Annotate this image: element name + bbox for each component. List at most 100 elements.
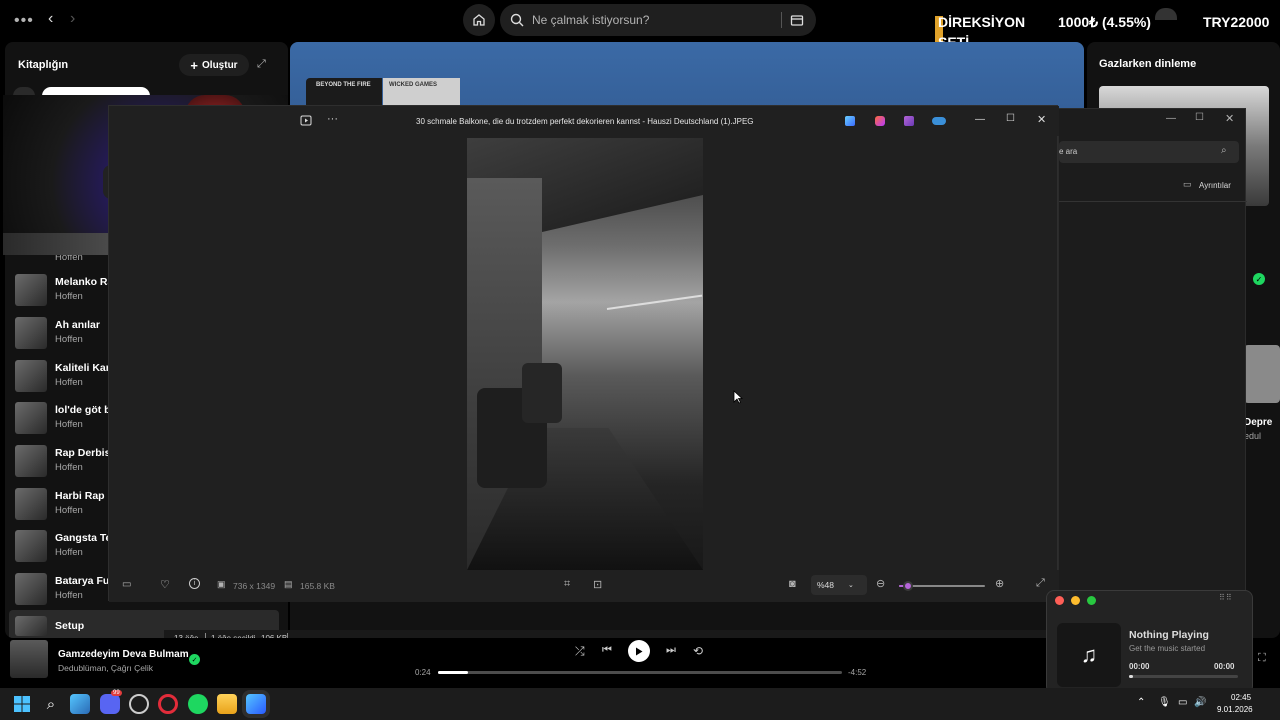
right-panel-card[interactable]	[1244, 345, 1280, 403]
photo-file-title: 30 schmale Balkone, die du trotzdem perf…	[416, 117, 754, 126]
spotify-top-bar: ••• ‹ › Ne çalmak istiyorsun? DİREKSİYON…	[0, 0, 1280, 50]
maximize-icon[interactable]: ☐	[1195, 112, 1204, 123]
discord-icon[interactable]: 99	[100, 690, 122, 714]
next-icon[interactable]: ⏭	[666, 644, 676, 657]
details-button[interactable]: Ayrıntılar	[1199, 181, 1231, 190]
now-playing-artists[interactable]: Dedublüman, Çağrı Çelik	[58, 663, 153, 673]
slideshow-icon[interactable]	[300, 115, 312, 126]
zoom-out-icon[interactable]: ⊖	[876, 577, 885, 590]
favorite-icon[interactable]: ♡	[160, 578, 170, 591]
playlist-cover	[15, 360, 47, 392]
onedrive-icon[interactable]	[932, 117, 946, 125]
close-icon[interactable]: ✕	[1037, 113, 1046, 126]
search-placeholder: Ne çalmak istiyorsun?	[532, 13, 650, 27]
search-bar[interactable]: Ne çalmak istiyorsun?	[500, 4, 816, 36]
photo-railing	[606, 294, 703, 310]
expand-library-icon[interactable]: ⤢	[257, 58, 266, 71]
list-item-artist: Hoffen	[55, 547, 83, 558]
more-options-icon[interactable]: ···	[327, 113, 338, 125]
close-icon[interactable]: ✕	[1225, 112, 1234, 125]
back-arrow-icon[interactable]: ‹	[48, 10, 53, 28]
widget-subtitle: Get the music started	[1129, 644, 1206, 653]
playlist-cover	[15, 317, 47, 349]
clock-time[interactable]: 02:45	[1231, 693, 1251, 702]
photos-icon[interactable]	[246, 694, 266, 714]
search-icon[interactable]: ⌕	[41, 694, 61, 714]
minimize-icon[interactable]: —	[975, 114, 985, 125]
plus-icon: +	[190, 57, 199, 73]
now-playing-title[interactable]: Gamzedeyim Deva Bulmam	[58, 649, 189, 660]
maximize-icon[interactable]: ☐	[1006, 113, 1015, 124]
search-icon: ⌕	[1221, 145, 1227, 156]
network-icon[interactable]: ▭	[1178, 697, 1187, 708]
list-item-name: Ah anılar	[55, 319, 100, 331]
playlist-cover	[15, 488, 47, 520]
shuffle-icon[interactable]: ⤮	[575, 644, 585, 659]
zoom-value: %48	[817, 580, 835, 590]
album-card-label: WICKED GAMES	[389, 82, 437, 88]
mouse-cursor	[733, 390, 743, 404]
home-button[interactable]	[463, 4, 495, 36]
create-button[interactable]: + Oluştur	[179, 54, 249, 76]
widget-progress-track[interactable]	[1129, 675, 1238, 678]
volume-icon[interactable]: 🔊	[1194, 697, 1206, 708]
microphone-icon[interactable]: 🎙	[1158, 697, 1171, 708]
discord-badge: 99	[111, 690, 122, 696]
ticker-middle: 1000₺ (4.55%)	[1058, 14, 1151, 30]
file-explorer-icon[interactable]	[217, 694, 237, 714]
now-playing-cover[interactable]	[10, 640, 48, 678]
browse-icon[interactable]	[790, 13, 804, 27]
app-icon[interactable]	[129, 694, 149, 714]
visual-search-icon[interactable]: ⌗	[564, 578, 570, 591]
windows-start-icon[interactable]	[12, 694, 32, 714]
zoom-in-icon[interactable]: ⊕	[995, 577, 1004, 590]
play-button[interactable]	[628, 640, 650, 662]
text-recognition-icon[interactable]: ⊡	[593, 578, 602, 591]
opera-icon[interactable]	[158, 694, 178, 714]
album-card[interactable]: BEYOND THE FIRE	[306, 78, 382, 108]
widget-minimize-button[interactable]	[1071, 596, 1080, 605]
drag-handle-icon[interactable]: ⠿⠿	[1219, 593, 1233, 602]
clock-date[interactable]: 9.01.2026	[1217, 705, 1253, 714]
widget-maximize-button[interactable]	[1087, 596, 1096, 605]
zoom-select[interactable]: %48 ⌄	[811, 575, 867, 595]
fullscreen-icon[interactable]: ⤢	[1036, 577, 1045, 590]
edit-app-icon[interactable]	[845, 116, 855, 126]
saved-check-icon[interactable]: ✓	[189, 654, 200, 665]
playlist-cover	[15, 573, 47, 605]
zoom-slider-thumb[interactable]	[902, 581, 913, 591]
previous-icon[interactable]: ⏮	[602, 644, 612, 657]
filmstrip-icon[interactable]: ▭	[122, 579, 131, 590]
minimize-icon[interactable]: —	[1166, 113, 1176, 124]
app-icon[interactable]	[70, 694, 90, 714]
right-panel-card-sub: edul	[1244, 431, 1262, 441]
playback-progress-bar[interactable]	[438, 671, 842, 674]
forward-arrow-icon[interactable]: ›	[70, 10, 75, 28]
windows-taskbar: ⌕ 99 ⌃ 🎙 ▭ 🔊 02:45 9.01.2026	[0, 688, 1280, 720]
info-icon[interactable]: i	[189, 578, 200, 589]
chevron-up-icon[interactable]: ⌃	[1137, 697, 1145, 708]
list-item-name: Setup	[55, 620, 85, 632]
playlist-cover	[15, 530, 47, 562]
album-card[interactable]: WICKED GAMES	[383, 78, 460, 108]
list-item-name: Kaliteli Karc	[55, 362, 116, 374]
clipchamp-icon[interactable]	[875, 116, 885, 126]
image-dimensions: 736 x 1349	[233, 581, 276, 591]
photo-chair-back	[522, 363, 562, 423]
photos-window: ··· 30 schmale Balkone, die du trotzdem …	[108, 105, 1059, 602]
repeat-icon[interactable]: ⟲	[693, 644, 703, 658]
music-note-icon: ♫	[1080, 642, 1098, 667]
now-playing-widget: ⠿⠿ ♫ Nothing Playing Get the music start…	[1046, 590, 1253, 694]
explorer-search-input[interactable]: e ara ⌕	[1059, 141, 1239, 163]
spotify-icon[interactable]	[188, 694, 208, 714]
widget-close-button[interactable]	[1055, 596, 1064, 605]
list-item-artist: Hoffen	[55, 291, 83, 302]
more-options-icon[interactable]: •••	[14, 12, 34, 30]
check-icon: ✓	[1253, 273, 1265, 285]
fullscreen-icon[interactable]: ⛶	[1258, 652, 1266, 665]
home-icon	[473, 14, 485, 26]
zoom-slider-track[interactable]	[899, 581, 985, 591]
actual-size-icon[interactable]: ◙	[789, 578, 796, 590]
details-pane-icon[interactable]: ▭	[1183, 179, 1192, 190]
designer-icon[interactable]	[904, 116, 914, 126]
